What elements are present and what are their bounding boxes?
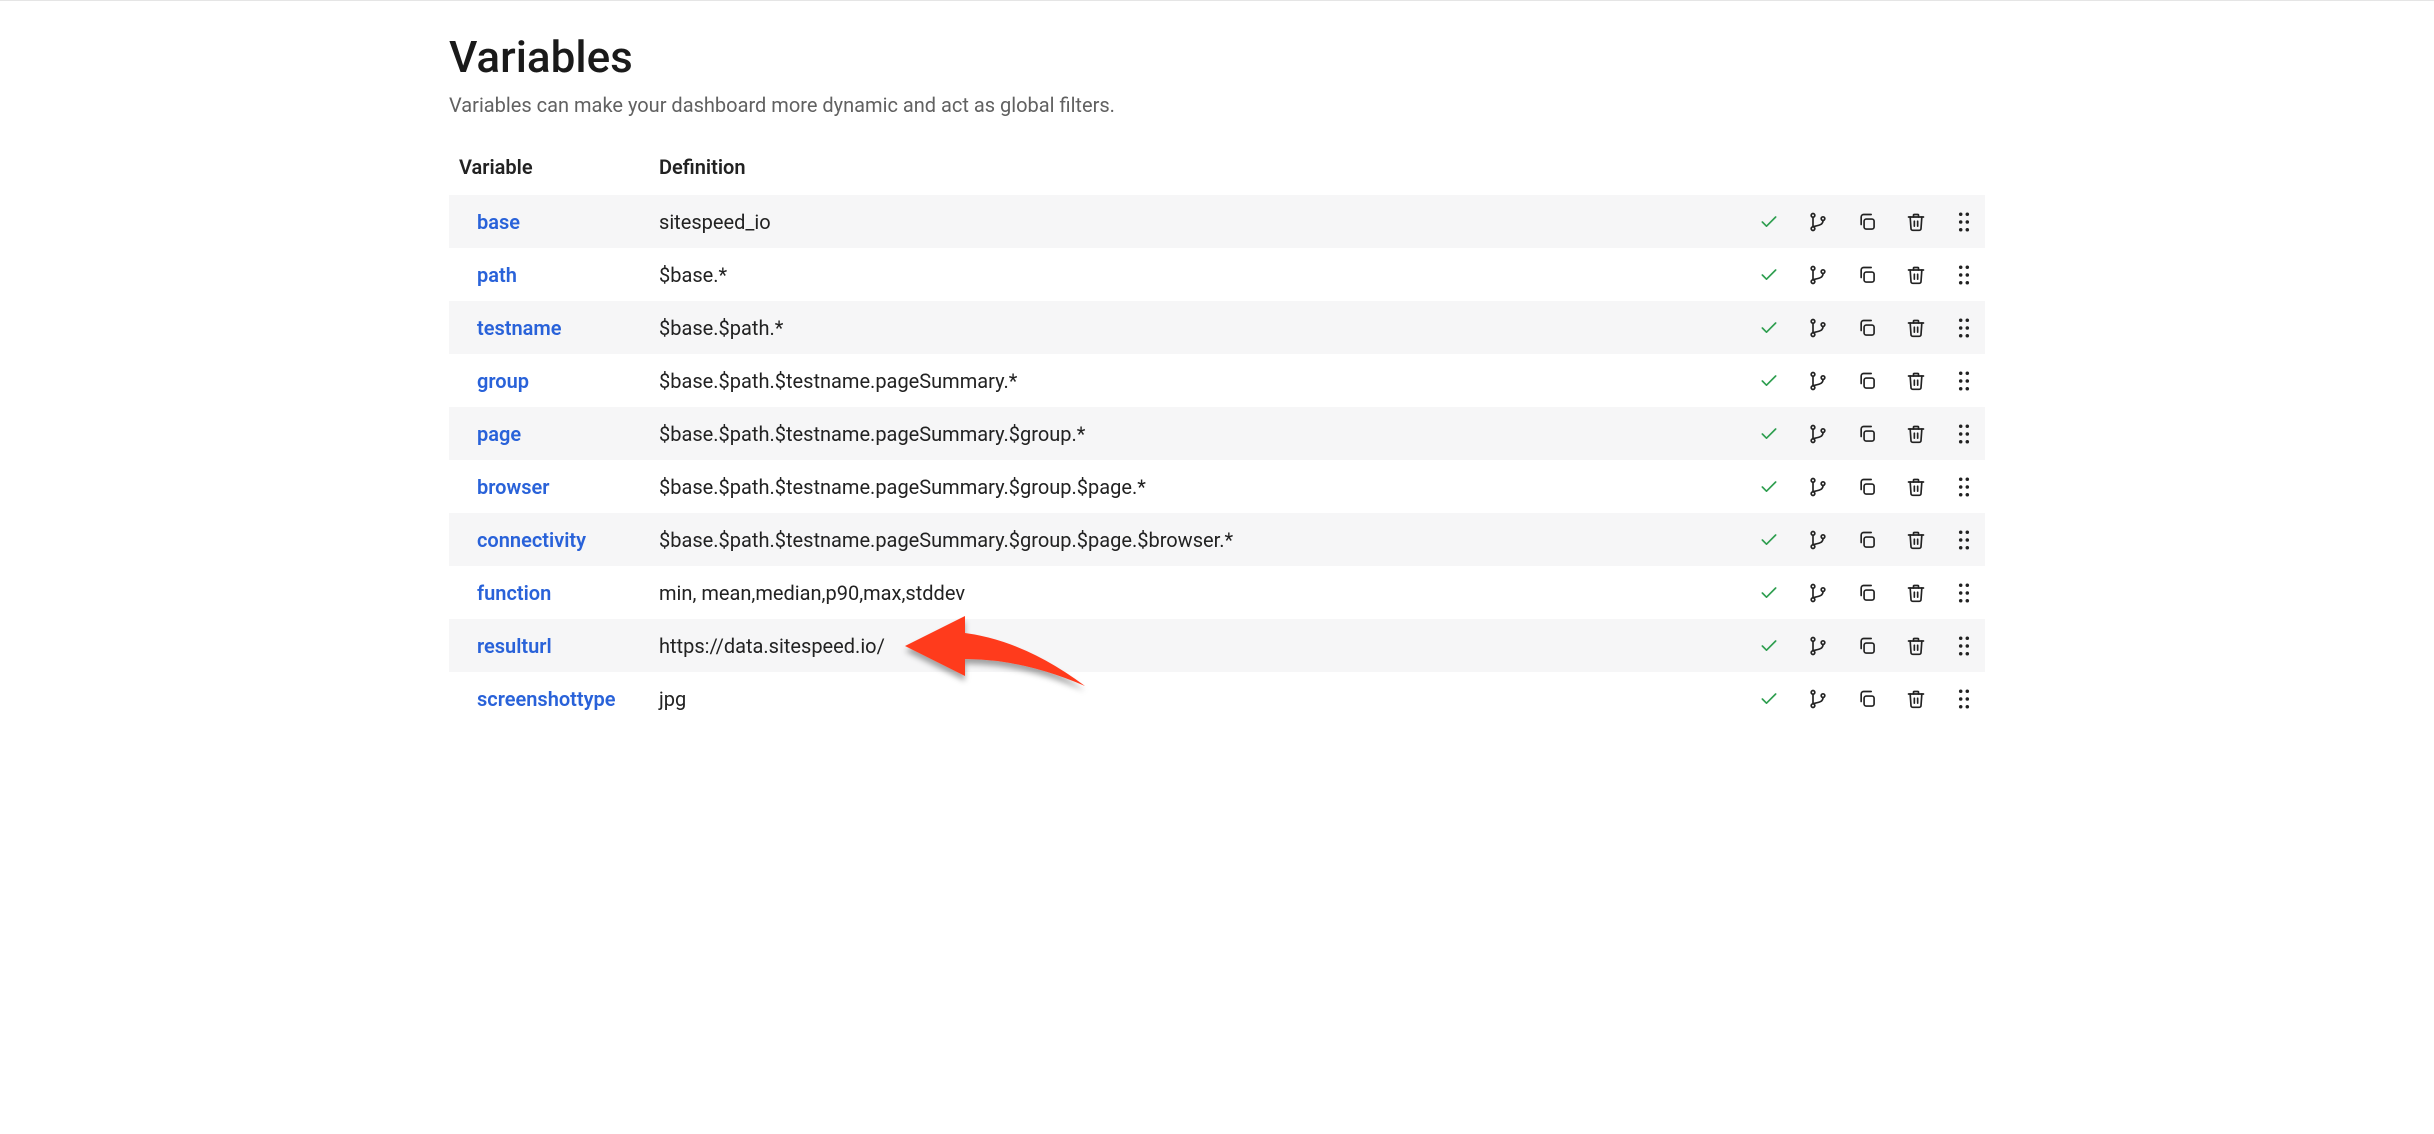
status-ok-icon xyxy=(1751,310,1787,346)
drag-handle[interactable] xyxy=(1951,363,1977,399)
drag-handle[interactable] xyxy=(1951,204,1977,240)
table-row: path $base.* xyxy=(449,248,1985,301)
variable-definition: min, mean,median,p90,max,stddev xyxy=(659,581,965,605)
variables-page: Variables Variables can make your dashbo… xyxy=(449,31,1985,725)
variables-table: Variable Definition base sitespeed_io pa… xyxy=(449,145,1985,725)
delete-button[interactable] xyxy=(1898,575,1934,611)
variable-link-connectivity[interactable]: connectivity xyxy=(477,528,586,552)
table-row: connectivity $base.$path.$testname.pageS… xyxy=(449,513,1985,566)
show-dependencies-button[interactable] xyxy=(1800,310,1836,346)
variable-definition: $base.$path.* xyxy=(659,316,783,340)
drag-handle[interactable] xyxy=(1951,681,1977,717)
delete-button[interactable] xyxy=(1898,681,1934,717)
drag-handle[interactable] xyxy=(1951,257,1977,293)
status-ok-icon xyxy=(1751,204,1787,240)
col-header-variable: Variable xyxy=(449,145,649,195)
duplicate-button[interactable] xyxy=(1849,416,1885,452)
show-dependencies-button[interactable] xyxy=(1800,257,1836,293)
show-dependencies-button[interactable] xyxy=(1800,522,1836,558)
duplicate-button[interactable] xyxy=(1849,681,1885,717)
variable-link-base[interactable]: base xyxy=(477,210,520,234)
variable-link-group[interactable]: group xyxy=(477,369,529,393)
table-row: function min, mean,median,p90,max,stddev xyxy=(449,566,1985,619)
show-dependencies-button[interactable] xyxy=(1800,681,1836,717)
table-row: testname $base.$path.* xyxy=(449,301,1985,354)
delete-button[interactable] xyxy=(1898,469,1934,505)
table-row: base sitespeed_io xyxy=(449,195,1985,248)
status-ok-icon xyxy=(1751,575,1787,611)
duplicate-button[interactable] xyxy=(1849,575,1885,611)
show-dependencies-button[interactable] xyxy=(1800,575,1836,611)
show-dependencies-button[interactable] xyxy=(1800,204,1836,240)
duplicate-button[interactable] xyxy=(1849,257,1885,293)
variable-definition: jpg xyxy=(659,687,686,711)
table-header-row: Variable Definition xyxy=(449,145,1985,195)
status-ok-icon xyxy=(1751,363,1787,399)
variable-link-screenshottype[interactable]: screenshottype xyxy=(477,687,616,711)
drag-handle[interactable] xyxy=(1951,575,1977,611)
drag-handle[interactable] xyxy=(1951,522,1977,558)
duplicate-button[interactable] xyxy=(1849,204,1885,240)
delete-button[interactable] xyxy=(1898,522,1934,558)
variable-link-path[interactable]: path xyxy=(477,263,517,287)
show-dependencies-button[interactable] xyxy=(1800,628,1836,664)
variable-definition: https://data.sitespeed.io/ xyxy=(659,634,885,658)
delete-button[interactable] xyxy=(1898,363,1934,399)
delete-button[interactable] xyxy=(1898,310,1934,346)
table-row: group $base.$path.$testname.pageSummary.… xyxy=(449,354,1985,407)
variable-link-function[interactable]: function xyxy=(477,581,551,605)
variable-definition: $base.$path.$testname.pageSummary.* xyxy=(659,369,1017,393)
show-dependencies-button[interactable] xyxy=(1800,416,1836,452)
variable-link-page[interactable]: page xyxy=(477,422,521,446)
delete-button[interactable] xyxy=(1898,204,1934,240)
duplicate-button[interactable] xyxy=(1849,469,1885,505)
variable-definition: $base.$path.$testname.pageSummary.$group… xyxy=(659,475,1146,499)
page-title: Variables xyxy=(449,31,1985,83)
table-row: resulturl https://data.sitespeed.io/ xyxy=(449,619,1985,672)
status-ok-icon xyxy=(1751,522,1787,558)
status-ok-icon xyxy=(1751,416,1787,452)
variable-definition: $base.$path.$testname.pageSummary.$group… xyxy=(659,422,1085,446)
status-ok-icon xyxy=(1751,257,1787,293)
drag-handle[interactable] xyxy=(1951,628,1977,664)
col-header-definition: Definition xyxy=(649,145,1725,195)
status-ok-icon xyxy=(1751,469,1787,505)
delete-button[interactable] xyxy=(1898,416,1934,452)
duplicate-button[interactable] xyxy=(1849,522,1885,558)
drag-handle[interactable] xyxy=(1951,416,1977,452)
delete-button[interactable] xyxy=(1898,628,1934,664)
page-subtitle: Variables can make your dashboard more d… xyxy=(449,93,1985,117)
table-row: screenshottype jpg xyxy=(449,672,1985,725)
duplicate-button[interactable] xyxy=(1849,310,1885,346)
show-dependencies-button[interactable] xyxy=(1800,469,1836,505)
table-row: browser $base.$path.$testname.pageSummar… xyxy=(449,460,1985,513)
duplicate-button[interactable] xyxy=(1849,628,1885,664)
duplicate-button[interactable] xyxy=(1849,363,1885,399)
show-dependencies-button[interactable] xyxy=(1800,363,1836,399)
variable-definition: $base.* xyxy=(659,263,727,287)
drag-handle[interactable] xyxy=(1951,469,1977,505)
drag-handle[interactable] xyxy=(1951,310,1977,346)
status-ok-icon xyxy=(1751,628,1787,664)
variable-definition: sitespeed_io xyxy=(659,210,771,234)
variable-definition: $base.$path.$testname.pageSummary.$group… xyxy=(659,528,1233,552)
variable-link-browser[interactable]: browser xyxy=(477,475,550,499)
status-ok-icon xyxy=(1751,681,1787,717)
variable-link-testname[interactable]: testname xyxy=(477,316,562,340)
delete-button[interactable] xyxy=(1898,257,1934,293)
variable-link-resulturl[interactable]: resulturl xyxy=(477,634,552,658)
table-row: page $base.$path.$testname.pageSummary.$… xyxy=(449,407,1985,460)
